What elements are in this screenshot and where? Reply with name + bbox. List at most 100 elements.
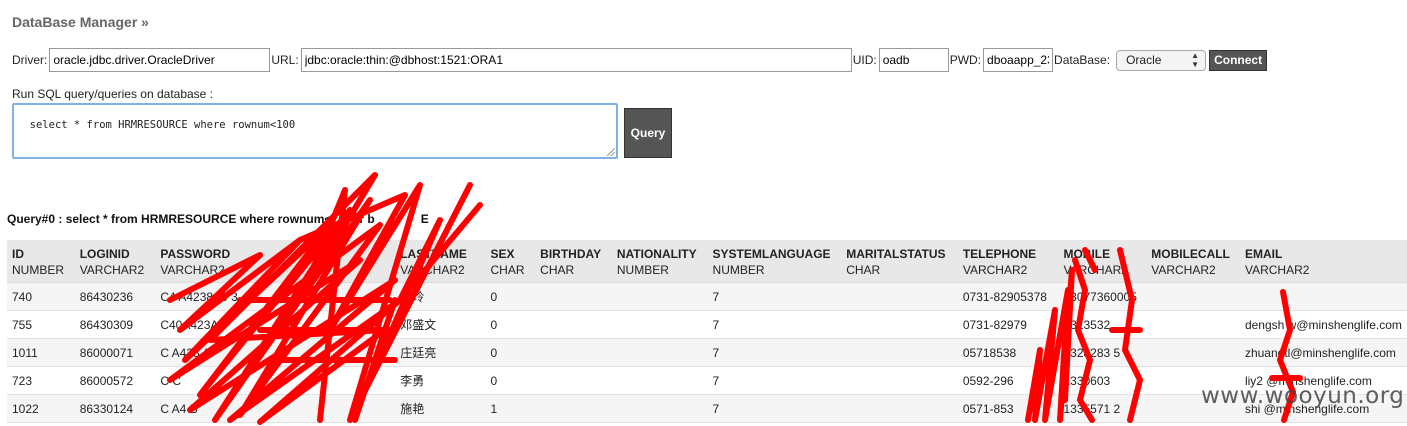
column-name: TELEPHONE [962, 247, 1037, 261]
column-type: VARCHAR2 [400, 263, 465, 277]
table-cell: 1022 [7, 394, 75, 423]
table-row[interactable]: 723 86000572 C C 李勇 0 7 0592-296 1330603 liy2 @m… [7, 366, 1407, 395]
table-row[interactable]: 1011 86000071 C A423 A 庄廷亮 0 7 05718538 1328283… [7, 338, 1407, 367]
table-cell: 0592-296 [957, 366, 1059, 395]
table-cell: 05718538 [957, 338, 1059, 367]
database-label: DataBase: [1054, 53, 1111, 67]
column-name: SEX [490, 247, 515, 261]
database-select[interactable]: Oracle ▲ ▼ [1116, 49, 1207, 71]
table-cell: 0731-82979 [957, 310, 1059, 339]
column-type: VARCHAR2 [160, 263, 225, 277]
sql-text: select * from HRMRESOURCE where rownum<1… [29, 119, 296, 131]
results-table: ID NUMBER LOGINID VARCHAR2 PASSWORD VARCHAR2 L… [7, 240, 1407, 423]
table-cell: 0731-82905378 [957, 282, 1059, 311]
table-cell [841, 282, 958, 311]
result-heading: Query#0 : select * from HRMRESOURCE wher… [7, 212, 429, 226]
column-name: ID [12, 247, 24, 261]
table-cell [535, 394, 612, 423]
column-name: EMAIL [1244, 247, 1283, 261]
column-header: NATIONALITY NUMBER [611, 240, 708, 283]
column-type: CHAR [540, 263, 575, 277]
column-header: BIRTHDAY CHAR [535, 240, 612, 283]
column-type: NUMBER [712, 263, 765, 277]
table-cell [611, 394, 708, 423]
table-cell [611, 338, 708, 367]
table-cell [611, 282, 708, 311]
column-header: EMAIL VARCHAR2 [1239, 240, 1407, 283]
table-cell: 0 [485, 310, 536, 339]
table-cell: 李勇 [395, 366, 486, 395]
column-header: ID NUMBER [7, 240, 75, 283]
query-button[interactable]: Query [624, 108, 672, 158]
column-type: NUMBER [12, 263, 65, 277]
table-cell: zhuangtl@minshenglife.com [1239, 338, 1407, 367]
sql-textarea[interactable]: select * from HRMRESOURCE where rownum<1… [12, 103, 618, 159]
page-title: DataBase Manager » [12, 14, 149, 30]
connect-button[interactable]: Connect [1209, 49, 1268, 71]
table-cell: 0 [485, 282, 536, 311]
result-heading-tail2: E [420, 212, 429, 226]
table-cell: C40A423A0 [155, 310, 396, 339]
column-header: MOBILECALL VARCHAR2 [1146, 240, 1240, 283]
table-cell: 740 [7, 282, 75, 311]
driver-label: Driver: [12, 53, 48, 67]
table-cell [1146, 282, 1240, 311]
column-name: SYSTEMLANGUAGE [712, 247, 831, 261]
table-cell [841, 338, 958, 367]
column-type: VARCHAR2 [79, 263, 145, 277]
table-cell: 86000071 [74, 338, 156, 367]
table-cell: 1328283 5 [1058, 338, 1147, 367]
table-cell: 86430309 [74, 310, 156, 339]
column-header: MARITALSTATUS CHAR [841, 240, 958, 283]
table-cell: 0 [485, 366, 536, 395]
column-name: LOGINID [79, 247, 130, 261]
sql-label: Run SQL query/queries on database : [12, 87, 214, 101]
column-name: MOBILECALL [1151, 247, 1230, 261]
url-input[interactable] [300, 48, 852, 72]
watermark: www.wooyun.org [1201, 383, 1405, 409]
result-heading-text: Query#0 : select * from HRMRESOURCE wher… [7, 212, 332, 226]
updown-arrows-icon: ▲ ▼ [1191, 51, 1200, 69]
table-cell: C C [155, 366, 396, 395]
table-row[interactable]: 755 86430309 C40A423A0 邓盛文 0 7 0731-82979 13135… [7, 310, 1407, 339]
table-cell: C4 A4238A0 3 [155, 282, 396, 311]
column-name: BIRTHDAY [540, 247, 602, 261]
column-type: NUMBER [616, 263, 669, 277]
table-cell: 723 [7, 366, 75, 395]
table-cell: 7 [707, 310, 842, 339]
table-cell [535, 338, 612, 367]
table-cell: dengsh w@minshenglife.com [1239, 310, 1407, 339]
table-row[interactable]: 740 86430236 C4 A4238A0 3 张玲 0 7 0731-82905378… [7, 282, 1407, 311]
column-header: SYSTEMLANGUAGE NUMBER [707, 240, 842, 283]
table-header-row: ID NUMBER LOGINID VARCHAR2 PASSWORD VARCHAR2 L… [7, 240, 1407, 283]
uid-label: UID: [852, 53, 877, 67]
column-header: PASSWORD VARCHAR2 [155, 240, 396, 283]
column-header: MOBILE VARCHAR2 [1058, 240, 1147, 283]
column-type: VARCHAR2 [1151, 263, 1216, 277]
uid-input[interactable] [878, 48, 949, 72]
database-selected-value: Oracle [1126, 53, 1162, 67]
table-cell: 庄廷亮 [395, 338, 486, 367]
table-cell: 86000572 [74, 366, 156, 395]
table-cell: C A423 A [155, 338, 396, 367]
table-cell: 张玲 [395, 282, 486, 311]
table-cell [841, 310, 958, 339]
table-cell [535, 366, 612, 395]
column-type: VARCHAR2 [962, 263, 1028, 277]
table-cell [611, 310, 708, 339]
table-cell: C A4 B [155, 394, 396, 423]
table-cell: 86330124 [74, 394, 156, 423]
table-cell: 13077360005 [1058, 282, 1147, 311]
column-header: LOGINID VARCHAR2 [74, 240, 156, 283]
driver-input[interactable] [49, 48, 271, 72]
table-cell: 7 [707, 394, 842, 423]
connection-form: Driver: URL: UID: PWD: DataBase: Oracle … [12, 47, 1268, 73]
column-name: LASTNAME [400, 247, 467, 261]
column-header: TELEPHONE VARCHAR2 [957, 240, 1059, 283]
pwd-input[interactable] [983, 48, 1054, 72]
resize-grip-icon[interactable] [607, 148, 615, 156]
table-row[interactable]: 1022 86330124 C A4 B 施艳 1 7 0571-853 1335571 2s… [7, 394, 1407, 423]
table-cell: 施艳 [395, 394, 486, 423]
table-cell: 7 [707, 338, 842, 367]
table-cell: 1335571 2 [1058, 394, 1147, 423]
